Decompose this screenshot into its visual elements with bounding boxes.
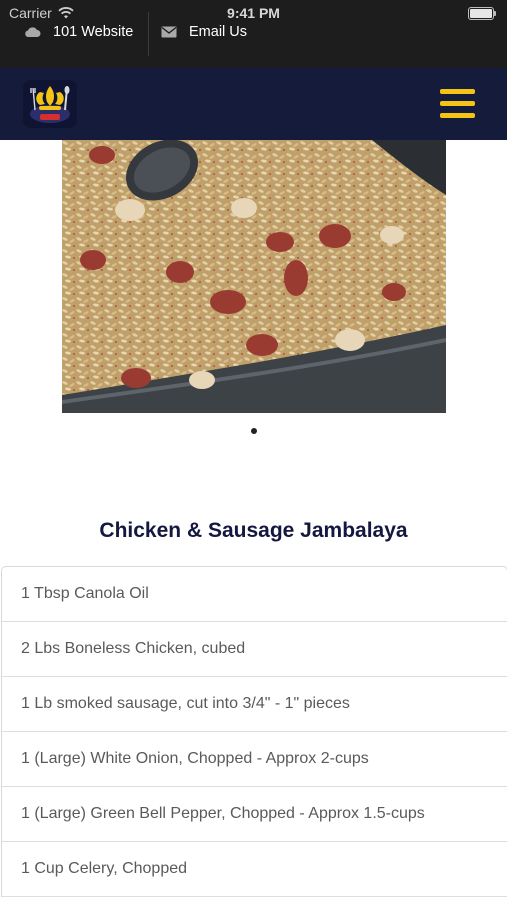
email-link-label: Email Us [189,24,248,40]
website-link-label: 101 Website [53,24,134,40]
ingredient-item[interactable]: 1 (Large) Green Bell Pepper, Chopped - A… [2,787,507,842]
ingredient-item[interactable]: 1 Tbsp Canola Oil [2,567,507,622]
ingredient-item[interactable]: 2 Lbs Boneless Chicken, cubed [2,622,507,677]
app-header [0,68,507,140]
ingredient-item[interactable]: 1 (Large) White Onion, Chopped - Approx … [2,732,507,787]
top-bar: Carrier 9:41 PM 101 Website Email Us [0,0,507,68]
cloud-icon [25,27,41,37]
jambalaya-image [62,140,446,413]
mail-icon [161,26,177,38]
hamburger-menu-icon[interactable] [440,89,476,121]
email-link[interactable]: Email Us [161,24,247,40]
ingredient-item[interactable]: 1 Lb smoked sausage, cut into 3/4" - 1" … [2,677,507,732]
top-links: 101 Website Email Us [0,12,507,56]
ingredient-item[interactable]: 1 Cup Celery, Chopped [2,842,507,897]
website-link[interactable]: 101 Website [24,24,133,40]
recipe-title: Chicken & Sausage Jambalaya [99,519,408,542]
ingredient-list: 1 Tbsp Canola Oil 2 Lbs Boneless Chicken… [1,566,507,897]
recipe-photo[interactable] [62,140,446,413]
status-time: 9:41 PM [227,5,280,21]
battery-icon [468,7,496,20]
brand-logo[interactable] [23,80,77,128]
status-bar: Carrier 9:41 PM [0,0,507,26]
carousel-dot[interactable] [251,428,257,434]
top-links-divider [148,12,149,56]
